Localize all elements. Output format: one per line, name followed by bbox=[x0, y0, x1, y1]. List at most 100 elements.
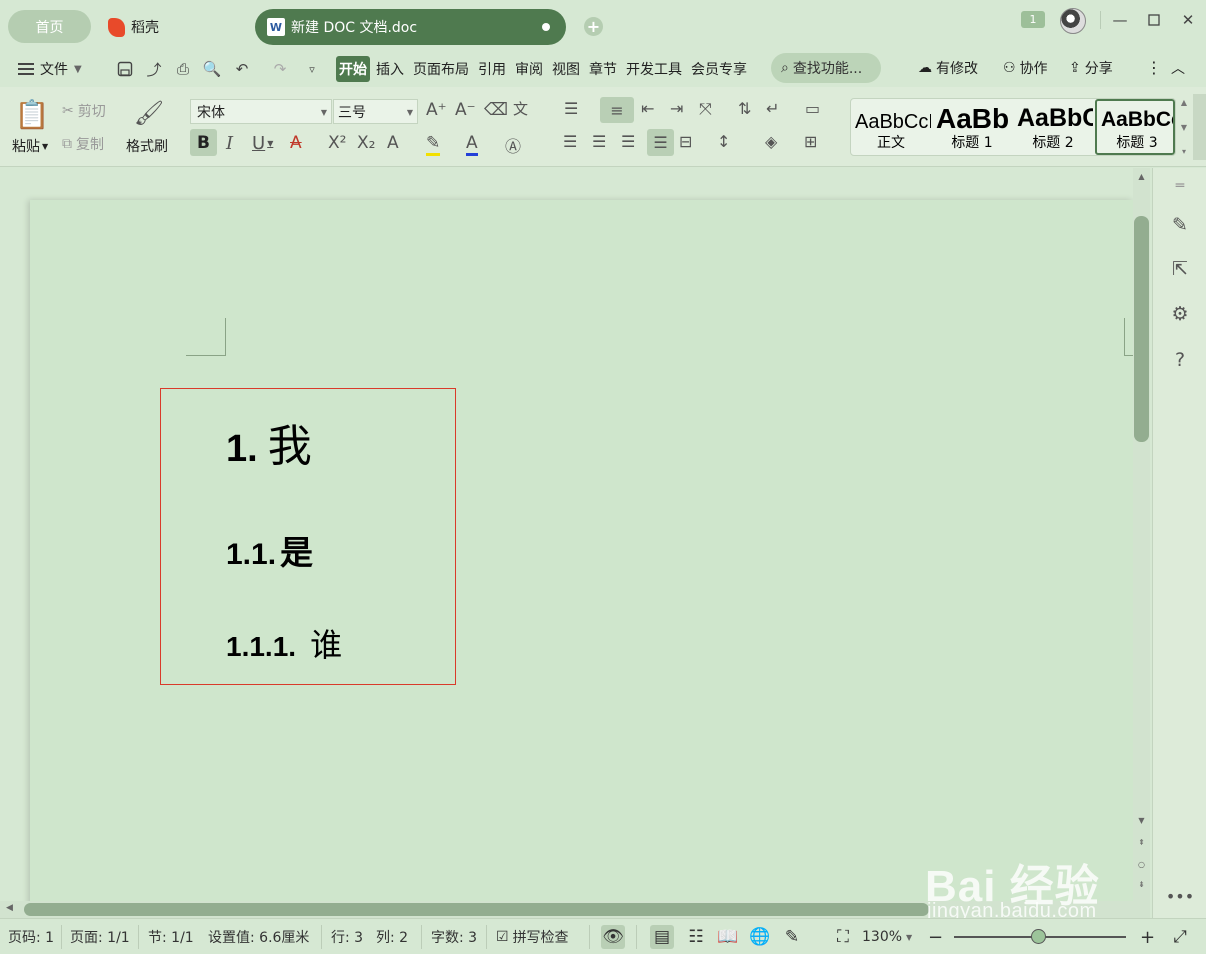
redo-icon[interactable]: ↷ bbox=[270, 60, 290, 78]
new-tab-plus-icon[interactable]: + bbox=[584, 17, 603, 36]
ribbon-scroll-grip[interactable] bbox=[1193, 94, 1206, 160]
export-pdf-icon[interactable]: ⤴ bbox=[144, 60, 164, 79]
distribute-icon[interactable]: ⊟ bbox=[679, 132, 692, 151]
collapse-ribbon-icon[interactable]: ︿ bbox=[1171, 58, 1185, 78]
cut-button[interactable]: ✂ 剪切 bbox=[62, 101, 106, 121]
align-center-icon[interactable]: ☰ bbox=[592, 132, 606, 151]
modified-button[interactable]: ☁ 有修改 bbox=[918, 58, 978, 78]
horizontal-scroll-thumb[interactable] bbox=[24, 903, 929, 916]
minimize-icon[interactable]: — bbox=[1110, 10, 1130, 30]
write-mode-icon[interactable]: ✎ bbox=[780, 925, 804, 949]
style-heading-2[interactable]: AaBbC 标题 2 bbox=[1013, 99, 1093, 155]
avatar[interactable] bbox=[1060, 8, 1086, 34]
strikethrough-button[interactable]: A bbox=[290, 133, 302, 153]
settings-sliders-icon[interactable]: ⚙ bbox=[1168, 302, 1192, 326]
zoom-slider-knob[interactable] bbox=[1031, 929, 1047, 944]
print-icon[interactable]: ⎙ bbox=[173, 60, 193, 78]
font-name-select[interactable]: 宋体 ▼ bbox=[190, 99, 332, 124]
scroll-left-icon[interactable]: ◀ bbox=[6, 903, 13, 913]
share-button[interactable]: ⇪ 分享 bbox=[1069, 58, 1113, 78]
tab-references[interactable]: 引用 bbox=[475, 56, 509, 82]
bullet-list-icon[interactable]: ☰ bbox=[564, 99, 578, 118]
close-icon[interactable]: ✕ bbox=[1178, 10, 1198, 30]
zoom-in-icon[interactable]: + bbox=[1140, 919, 1155, 954]
vertical-scrollbar[interactable]: ▲ ▼ ⇞ ○ ⇟ bbox=[1133, 168, 1150, 901]
tab-home[interactable]: 首页 bbox=[8, 10, 91, 43]
status-setting[interactable]: 设置值: 6.6厘米 bbox=[208, 919, 309, 954]
chinese-layout-icon[interactable]: ⤧ bbox=[699, 99, 712, 119]
styles-scroll[interactable]: ▲ ▼ ▾ bbox=[1178, 98, 1190, 156]
paste-icon[interactable]: 📋 bbox=[15, 97, 50, 131]
sidebar-grip-icon[interactable]: ═ bbox=[1168, 174, 1192, 198]
tab-member[interactable]: 会员专享 bbox=[688, 56, 750, 82]
web-view-icon[interactable]: 🌐 bbox=[748, 925, 772, 949]
unsaved-dot-icon[interactable] bbox=[542, 23, 550, 31]
undo-icon[interactable]: ↶ bbox=[232, 60, 252, 78]
more-vertical-icon[interactable]: ⋮ bbox=[1146, 58, 1162, 77]
window-count-badge[interactable]: 1 bbox=[1021, 11, 1045, 28]
select-pointer-icon[interactable]: ⇱ bbox=[1168, 257, 1192, 281]
align-right-icon[interactable]: ☰ bbox=[621, 132, 635, 151]
paste-button[interactable]: 粘贴 ▼ bbox=[12, 136, 48, 156]
save-icon[interactable] bbox=[115, 60, 135, 78]
tab-home-ribbon[interactable]: 开始 bbox=[336, 56, 370, 82]
fit-page-icon[interactable]: ⛶ bbox=[831, 925, 855, 949]
font-size-select[interactable]: 三号 ▼ bbox=[333, 99, 418, 124]
line-spacing-icon[interactable]: ↕ bbox=[717, 132, 730, 151]
file-menu[interactable]: 文件 ▼ bbox=[18, 59, 82, 79]
outline-view-icon[interactable]: ☷ bbox=[684, 925, 708, 949]
more-horizontal-icon[interactable]: ••• bbox=[1166, 884, 1194, 908]
maximize-icon[interactable] bbox=[1144, 10, 1164, 30]
vertical-scroll-thumb[interactable] bbox=[1134, 216, 1149, 442]
show-marks-icon[interactable]: ↵ bbox=[766, 99, 779, 118]
help-icon[interactable]: ? bbox=[1168, 348, 1192, 372]
status-page-number[interactable]: 页码: 1 bbox=[8, 919, 54, 954]
scroll-up-icon[interactable]: ▲ bbox=[1135, 172, 1148, 181]
shading-icon[interactable]: ◈ bbox=[765, 132, 777, 151]
bold-button[interactable]: B bbox=[190, 129, 217, 156]
grow-font-icon[interactable]: A⁺ bbox=[426, 100, 447, 120]
format-painter-button[interactable]: 格式刷 bbox=[126, 136, 168, 156]
fullscreen-icon[interactable]: ⤢ bbox=[1168, 925, 1192, 949]
font-color-button[interactable]: A bbox=[466, 133, 478, 156]
heading-level-3[interactable]: 1.1.1. 谁 bbox=[226, 620, 342, 666]
heading-level-1[interactable]: 1. 我 bbox=[226, 410, 312, 474]
tab-page-layout[interactable]: 页面布局 bbox=[410, 56, 472, 82]
status-word-count[interactable]: 字数: 3 bbox=[431, 919, 477, 954]
text-effect-button[interactable]: A bbox=[387, 133, 399, 153]
style-normal[interactable]: AaBbCcDd 正文 bbox=[851, 99, 931, 155]
zoom-level[interactable]: 130% ▼ bbox=[862, 919, 912, 954]
justify-icon[interactable]: ☰ bbox=[647, 129, 674, 156]
style-heading-3[interactable]: AaBbCcD 标题 3 bbox=[1095, 99, 1175, 155]
status-section[interactable]: 节: 1/1 bbox=[148, 919, 194, 954]
underline-button[interactable]: U ▼ bbox=[252, 133, 273, 154]
numbered-list-icon[interactable]: ≡ bbox=[600, 97, 634, 123]
status-row[interactable]: 行: 3 bbox=[331, 919, 363, 954]
highlight-button[interactable]: ✎ bbox=[426, 133, 441, 156]
spell-check-button[interactable]: ☑ 拼写检查 bbox=[496, 919, 569, 954]
borders-icon[interactable]: ⊞ bbox=[804, 132, 817, 151]
clear-format-icon[interactable]: ⌫ bbox=[484, 100, 508, 120]
eye-protection-icon[interactable]: 👁 bbox=[601, 925, 625, 949]
collaborate-button[interactable]: ⚇ 协作 bbox=[1003, 58, 1048, 78]
search-function-input[interactable]: ⌕ 查找功能... bbox=[771, 53, 881, 83]
tab-daoke[interactable]: 稻壳 bbox=[108, 12, 159, 42]
tab-review[interactable]: 审阅 bbox=[512, 56, 546, 82]
subscript-button[interactable]: X₂ bbox=[357, 133, 375, 153]
styles-more-icon[interactable]: ▾ bbox=[1182, 147, 1186, 156]
character-border-icon[interactable]: Ⓐ bbox=[505, 133, 521, 157]
style-heading-1[interactable]: AaBb 标题 1 bbox=[932, 99, 1012, 155]
tab-developer[interactable]: 开发工具 bbox=[623, 56, 685, 82]
format-painter-icon[interactable]: 🖌 bbox=[134, 97, 164, 129]
heading-level-2[interactable]: 1.1. 是 bbox=[226, 526, 313, 574]
page-view-icon[interactable]: ▤ bbox=[650, 925, 674, 949]
zoom-out-icon[interactable]: − bbox=[928, 919, 943, 954]
tab-view[interactable]: 视图 bbox=[549, 56, 583, 82]
print-preview-icon[interactable]: 🔍 bbox=[202, 60, 222, 78]
status-col[interactable]: 列: 2 bbox=[376, 919, 408, 954]
edit-pen-icon[interactable]: ✎ bbox=[1168, 213, 1192, 237]
align-left-icon[interactable]: ☰ bbox=[563, 132, 577, 151]
pinyin-guide-icon[interactable]: 文 bbox=[513, 98, 528, 119]
tab-section[interactable]: 章节 bbox=[586, 56, 620, 82]
styles-down-icon[interactable]: ▼ bbox=[1181, 123, 1187, 132]
